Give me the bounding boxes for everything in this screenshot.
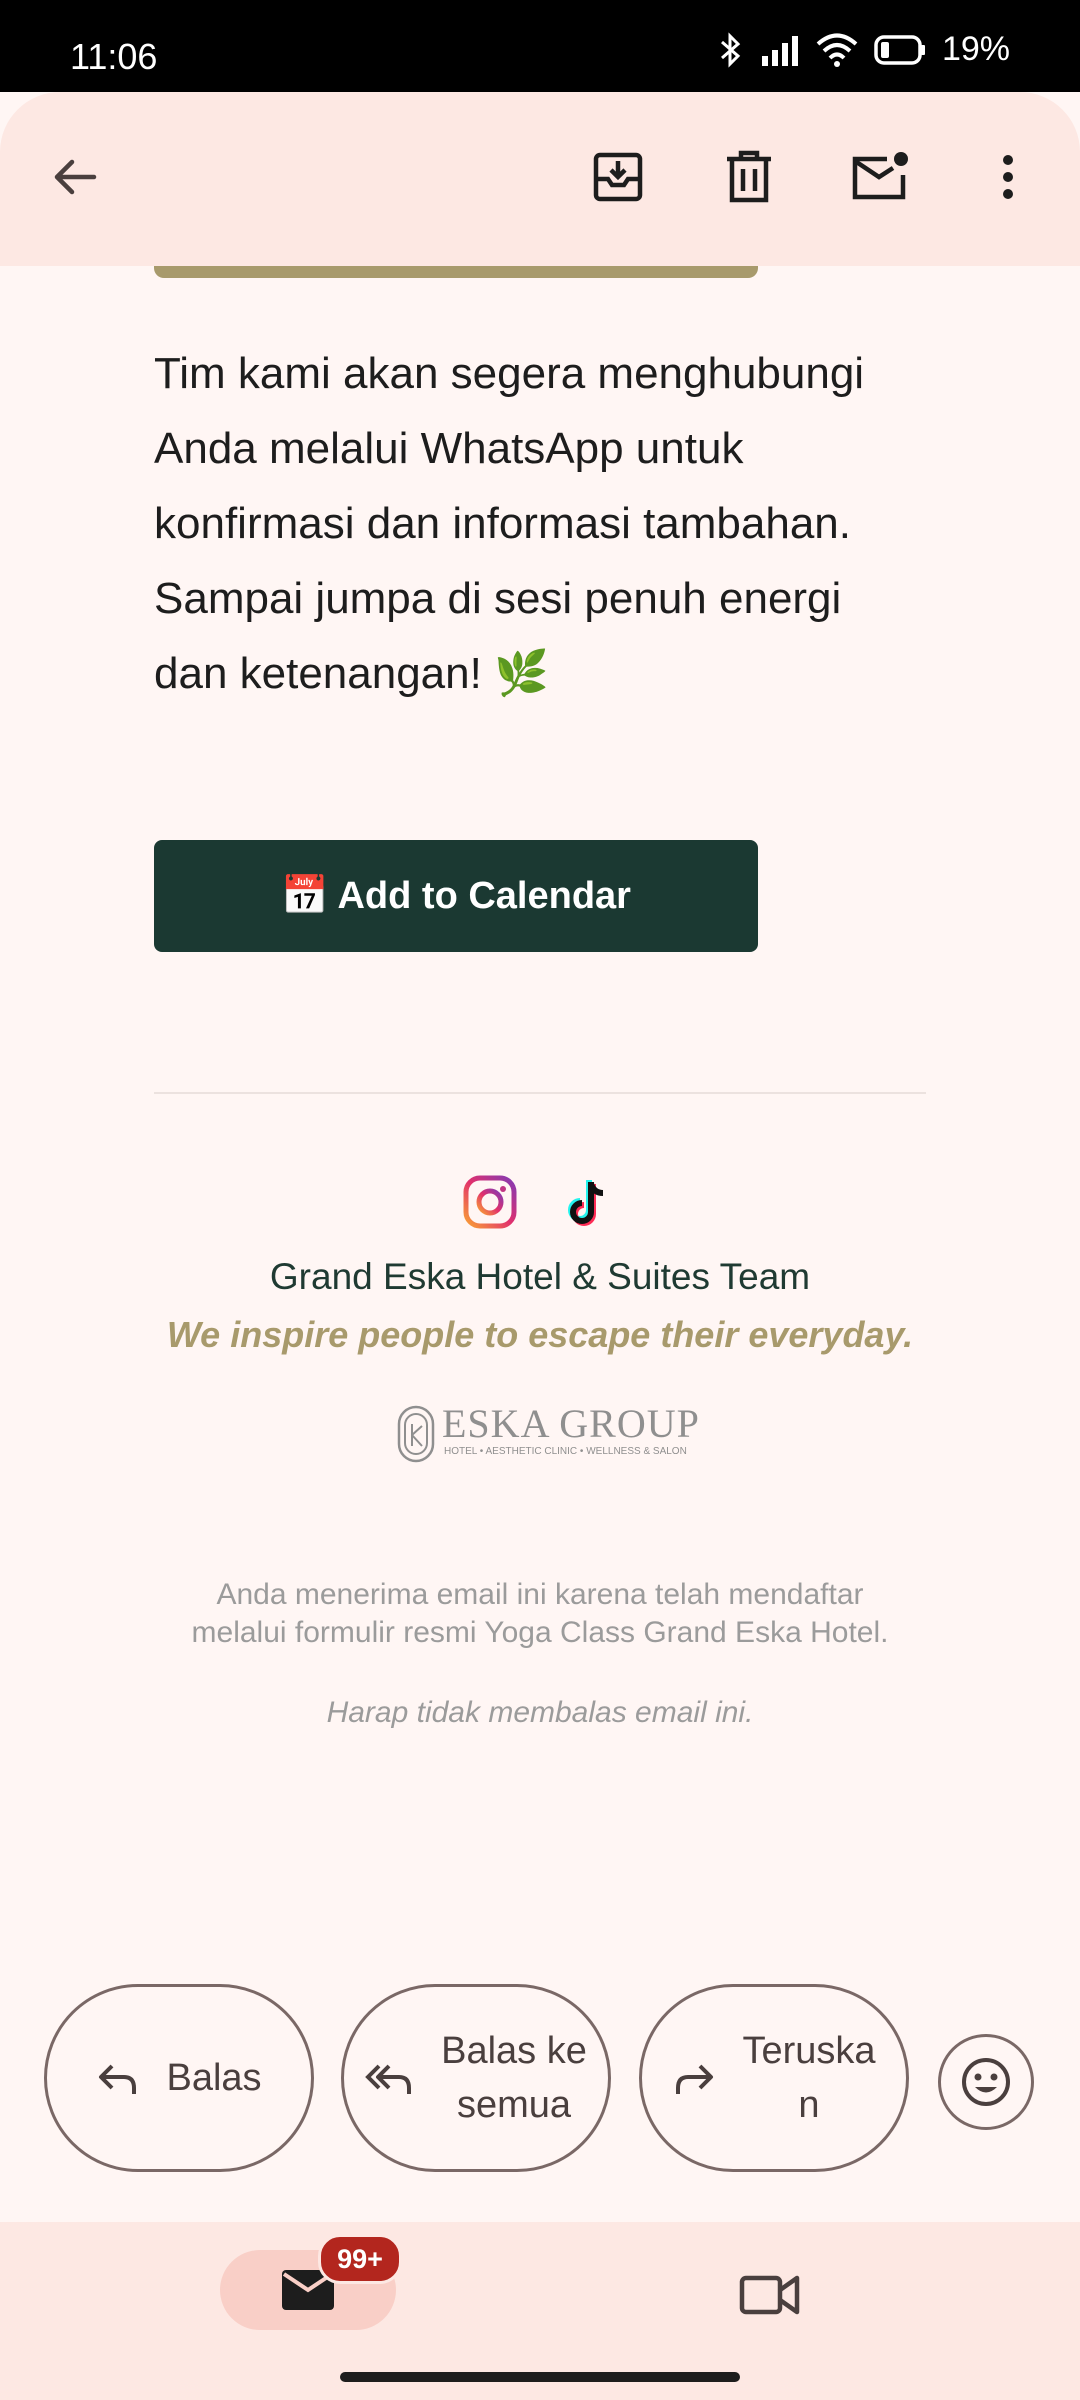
archive-button[interactable] [583, 142, 653, 212]
reply-icon [99, 2064, 137, 2094]
email-toolbar [0, 92, 1080, 266]
footer-line: Anda menerima email ini karena telah men… [216, 1578, 864, 1611]
forward-button[interactable]: Teruska n [639, 1984, 909, 2172]
reply-all-label-line: Balas ke [441, 2030, 587, 2072]
wifi-icon [816, 33, 858, 67]
message-line: Sampai jumpa di sesi penuh energi [154, 574, 842, 623]
divider [154, 1092, 926, 1094]
reply-all-label: Balas ke semua [441, 2024, 587, 2132]
forward-label-line: Teruska [742, 2030, 876, 2072]
gold-divider-bar [154, 266, 758, 278]
arrow-back-icon [54, 159, 97, 195]
nav-meet-tab[interactable] [734, 2264, 806, 2322]
logo-name: ESKA GROUP [442, 1401, 700, 1446]
unread-count-badge: 99+ [318, 2234, 402, 2284]
tagline: We inspire people to escape their everyd… [166, 1314, 914, 1355]
status-time: 11:06 [70, 36, 158, 77]
eska-group-logo: ESKA GROUP HOTEL • AESTHETIC CLINIC • WE… [396, 1401, 699, 1468]
mark-unread-button[interactable] [845, 142, 915, 212]
instagram-icon[interactable] [462, 1174, 518, 1230]
message-line: dan ketenangan! 🌿 [154, 649, 549, 698]
emoji-reaction-button[interactable] [938, 2034, 1034, 2130]
more-vert-icon [1003, 155, 1013, 199]
battery-percentage: 19% [941, 30, 1010, 68]
delete-button[interactable] [714, 142, 784, 212]
smiley-icon [962, 2058, 1010, 2106]
signal-icon [761, 35, 798, 66]
logo-subtitle: HOTEL • AESTHETIC CLINIC • WELLNESS & SA… [444, 1446, 687, 1457]
message-text: Tim kami akan segera menghubungi Anda me… [154, 336, 934, 711]
add-to-calendar-button[interactable]: 📅 Add to Calendar [154, 840, 758, 952]
forward-label: Teruska n [742, 2024, 875, 2132]
reply-all-button[interactable]: Balas ke semua [341, 1984, 611, 2172]
archive-icon [593, 152, 643, 202]
message-line: Anda melalui WhatsApp untuk [154, 424, 744, 473]
email-body: Tim kami akan segera menghubungi Anda me… [0, 266, 1080, 1966]
home-indicator[interactable] [340, 2372, 740, 2382]
mail-unread-icon [852, 152, 908, 200]
status-bar: 11:06 19% [0, 0, 1080, 92]
forward-label-line: n [798, 2084, 820, 2126]
reply-all-icon [365, 2064, 412, 2094]
reply-actions: Balas Balas ke semua Teruska n [0, 1984, 1080, 2178]
reply-all-label-line: semua [456, 2084, 572, 2126]
no-reply-note: Harap tidak membalas email ini. [326, 1696, 754, 1729]
tiktok-icon[interactable] [560, 1174, 616, 1230]
reply-button[interactable]: Balas [44, 1984, 314, 2172]
trash-icon [727, 150, 771, 203]
footer-line: melalui formulir resmi Yoga Class Grand … [191, 1616, 889, 1649]
social-links [462, 1174, 616, 1230]
bluetooth-icon [720, 31, 741, 68]
reply-label: Balas [166, 2057, 262, 2099]
back-button[interactable] [40, 142, 110, 212]
video-camera-icon [739, 2275, 800, 2315]
message-line: konfirmasi dan informasi tambahan. [154, 499, 851, 548]
battery-icon [874, 34, 925, 65]
team-name: Grand Eska Hotel & Suites Team [269, 1256, 811, 1297]
more-options-button[interactable] [973, 142, 1043, 212]
eska-logo-mark-icon [397, 1405, 435, 1463]
footer-note: Anda menerima email ini karena telah men… [0, 1576, 1080, 1652]
message-line: Tim kami akan segera menghubungi [154, 349, 865, 398]
forward-icon [676, 2064, 714, 2094]
status-icons: 19% [718, 30, 1010, 69]
